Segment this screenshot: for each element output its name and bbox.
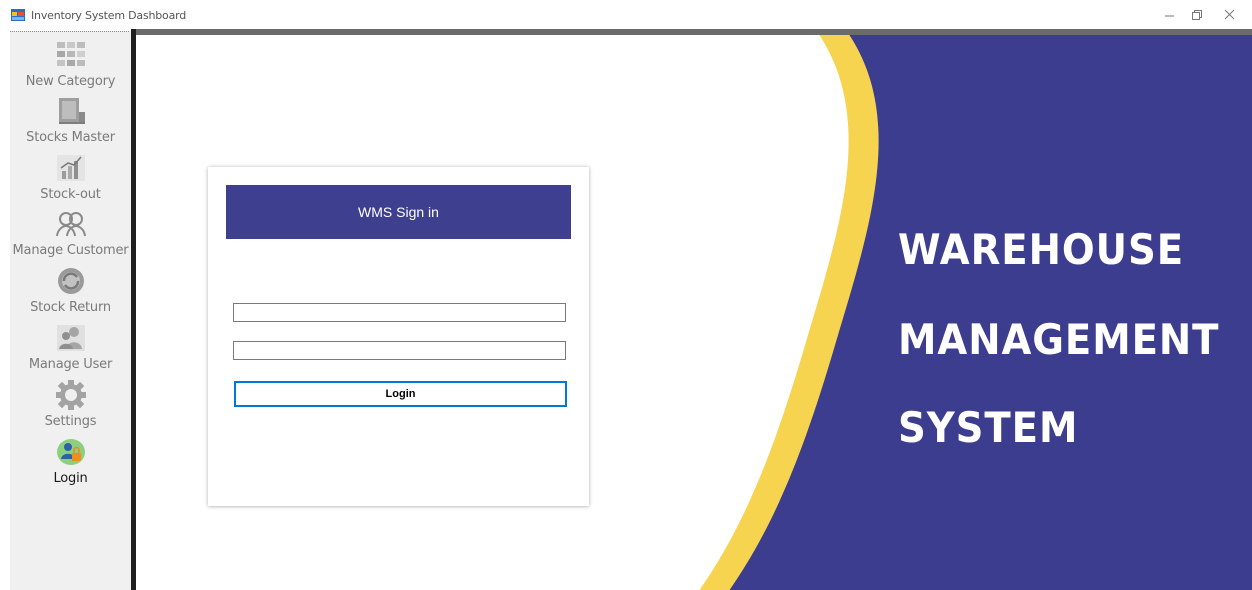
users-icon bbox=[57, 325, 85, 351]
sidebar-item-settings[interactable]: Settings bbox=[10, 376, 131, 432]
sidebar-item-stock-return[interactable]: Stock Return bbox=[10, 262, 131, 318]
username-input[interactable] bbox=[233, 303, 566, 322]
banner-title-line-1: WAREHOUSE bbox=[898, 225, 1185, 274]
gear-icon bbox=[56, 380, 86, 410]
sidebar-item-manage-user[interactable]: Manage User bbox=[10, 319, 131, 375]
sidebar-item-label: New Category bbox=[25, 74, 116, 89]
sidebar-item-manage-customer[interactable]: Manage Customer bbox=[10, 205, 131, 261]
restore-icon[interactable] bbox=[1181, 5, 1211, 25]
window-title-bar: Inventory System Dashboard bbox=[0, 0, 1252, 30]
sidebar-item-login[interactable]: Login bbox=[10, 433, 131, 489]
window-title: Inventory System Dashboard bbox=[31, 9, 187, 22]
sidebar-item-stocks-master[interactable]: Stocks Master bbox=[10, 92, 131, 148]
focus-indicator bbox=[10, 31, 129, 33]
login-button[interactable]: Login bbox=[234, 381, 567, 407]
banner-title-line-2: MANAGEMENT bbox=[898, 315, 1220, 364]
sidebar: New Category Stocks Master Stock-out Man… bbox=[10, 31, 131, 590]
user-lock-icon bbox=[57, 439, 85, 465]
sidebar-item-label: Login bbox=[53, 471, 88, 486]
sidebar-item-stock-out[interactable]: Stock-out bbox=[10, 149, 131, 205]
minimize-icon[interactable] bbox=[1154, 5, 1184, 25]
banner-title-line-3: SYSTEM bbox=[898, 403, 1079, 452]
stock-box-icon bbox=[59, 98, 85, 124]
sidebar-item-label: Stocks Master bbox=[26, 130, 115, 145]
return-icon bbox=[58, 268, 84, 294]
password-input[interactable] bbox=[233, 341, 566, 360]
category-grid-icon bbox=[57, 42, 85, 66]
chart-icon bbox=[57, 155, 85, 181]
close-icon[interactable] bbox=[1215, 5, 1245, 25]
sidebar-item-label: Stock-out bbox=[40, 187, 101, 202]
sidebar-item-label: Manage User bbox=[28, 357, 113, 372]
login-card-header: WMS Sign in bbox=[226, 185, 571, 239]
login-card-title: WMS Sign in bbox=[358, 204, 439, 220]
sidebar-item-label: Stock Return bbox=[30, 300, 111, 315]
customers-icon bbox=[56, 212, 86, 237]
sidebar-item-label: Manage Customer bbox=[12, 243, 129, 258]
sidebar-item-new-category[interactable]: New Category bbox=[10, 36, 131, 92]
app-icon bbox=[11, 9, 25, 21]
login-card: WMS Sign in Login bbox=[208, 167, 589, 506]
sidebar-item-label: Settings bbox=[44, 414, 97, 429]
